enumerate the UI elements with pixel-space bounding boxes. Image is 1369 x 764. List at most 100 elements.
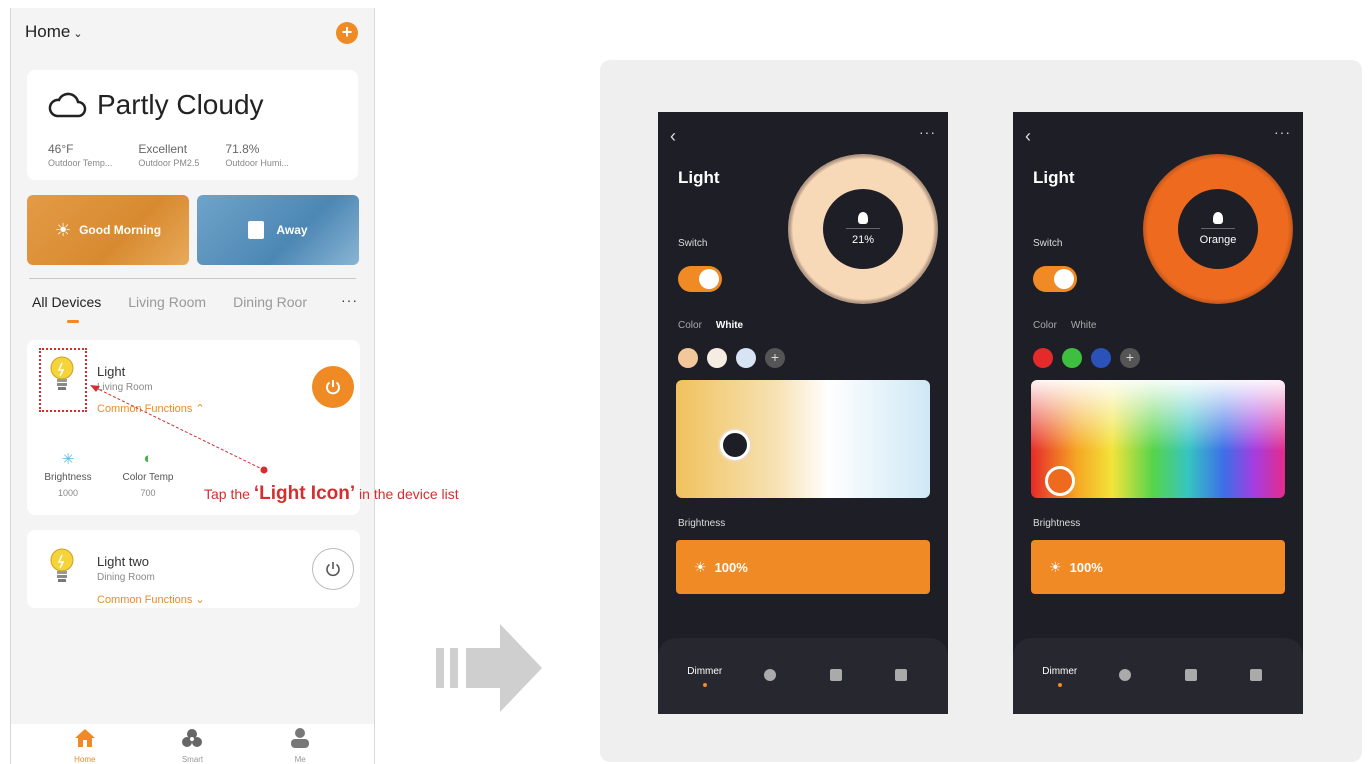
room-tabs: All Devices Living Room Dining Roor xyxy=(32,294,334,310)
common-functions-toggle[interactable]: Common Functions ⌄ xyxy=(97,593,205,606)
sun-icon: ☀ xyxy=(54,219,72,240)
color-mode-tabs: Color White xyxy=(678,320,743,331)
power-icon xyxy=(326,562,340,577)
add-swatch-button[interactable]: + xyxy=(1120,348,1140,368)
tab-color[interactable]: Color xyxy=(1033,320,1057,331)
brightness-value: 100% xyxy=(714,559,748,575)
brightness-label: Brightness xyxy=(678,518,726,529)
color-picker[interactable] xyxy=(1031,380,1285,498)
detail-title: Light xyxy=(678,168,720,187)
add-swatch-button[interactable]: + xyxy=(765,348,785,368)
annotation-instruction: Tap the ‘Light Icon’ in the device list xyxy=(204,483,459,505)
add-device-button[interactable]: + xyxy=(336,22,358,44)
scene-good-morning[interactable]: ☀ Good Morning xyxy=(27,195,189,265)
home-selector[interactable]: Home ⌄ xyxy=(25,22,83,41)
weather-card[interactable]: Partly Cloudy 46°F Outdoor Temp... Excel… xyxy=(27,70,358,180)
nav-scenes[interactable] xyxy=(1231,668,1281,684)
home-screen: Home ⌄ + Partly Cloudy 46°F Outdoor Temp.… xyxy=(10,8,375,764)
color-temp-icon: ◐ xyxy=(143,450,153,467)
tab-all-devices[interactable]: All Devices xyxy=(32,294,101,310)
detail-bottom-nav: Dimmer xyxy=(1013,638,1303,714)
nav-label: Me xyxy=(294,755,306,764)
back-icon[interactable]: ‹ xyxy=(1025,126,1031,147)
more-icon[interactable]: ··· xyxy=(919,124,936,140)
nav-dimmer[interactable]: Dimmer xyxy=(680,666,730,687)
swatch[interactable] xyxy=(1091,348,1111,368)
color-ring[interactable]: Orange xyxy=(1143,154,1293,304)
nav-label: Home xyxy=(74,755,96,764)
brightness-slider[interactable]: ☀ 100% xyxy=(676,540,930,594)
tab-white[interactable]: White xyxy=(1071,320,1097,331)
tab-dining-room[interactable]: Dining Roor xyxy=(233,294,307,310)
device-name: Light xyxy=(97,364,126,379)
nav-smart[interactable]: Smart xyxy=(162,724,222,764)
home-header: Home ⌄ + xyxy=(25,22,360,46)
brightness-slider[interactable]: ☀ 100% xyxy=(1031,540,1285,594)
stat-value: 71.8% xyxy=(225,142,260,156)
light-bulb-icon[interactable] xyxy=(49,548,75,586)
power-toggle[interactable] xyxy=(678,266,722,292)
stat-label: Outdoor PM2.5 xyxy=(138,158,200,168)
color-swatches: + xyxy=(678,348,794,368)
nav-music[interactable] xyxy=(1166,668,1216,684)
bulb-icon xyxy=(858,212,868,224)
weather-condition: Partly Cloudy xyxy=(97,89,264,120)
power-toggle[interactable] xyxy=(1033,266,1077,292)
active-tab-indicator xyxy=(67,320,79,323)
weather-stat-humidity: 71.8% Outdoor Humi... xyxy=(225,142,289,168)
weather-stat-pm25: Excellent Outdoor PM2.5 xyxy=(138,142,199,168)
weather-stats: 46°F Outdoor Temp... Excellent Outdoor P… xyxy=(48,142,315,168)
palette-icon xyxy=(1119,668,1132,681)
ring-divider xyxy=(1201,228,1235,229)
tab-living-room[interactable]: Living Room xyxy=(128,294,206,310)
bottom-nav: Home Smart Me xyxy=(11,724,374,764)
tab-white[interactable]: White xyxy=(716,320,743,331)
tab-color[interactable]: Color xyxy=(678,320,702,331)
swatch[interactable] xyxy=(1033,348,1053,368)
swatch[interactable] xyxy=(1062,348,1082,368)
function-value: 700 xyxy=(140,488,156,498)
function-brightness[interactable]: ✳ Brightness 1000 xyxy=(33,450,103,498)
brightness-ring[interactable]: 21% xyxy=(788,154,938,304)
power-icon xyxy=(326,380,340,395)
stat-label: Outdoor Temp... xyxy=(48,158,113,168)
nav-scenes[interactable] xyxy=(876,668,926,684)
music-icon xyxy=(1184,668,1197,681)
nav-home[interactable]: Home xyxy=(55,724,115,764)
nav-music[interactable] xyxy=(811,668,861,684)
power-button[interactable] xyxy=(312,366,354,408)
home-title: Home xyxy=(25,22,71,41)
nav-label: Dimmer xyxy=(1042,665,1078,677)
weather-summary: Partly Cloudy xyxy=(47,88,264,122)
nav-palette[interactable] xyxy=(1100,668,1150,684)
scene-label: Good Morning xyxy=(79,223,162,237)
back-icon[interactable]: ‹ xyxy=(670,126,676,147)
swatch[interactable] xyxy=(707,348,727,368)
swatch[interactable] xyxy=(678,348,698,368)
more-icon[interactable]: ··· xyxy=(1274,124,1291,140)
switch-label: Switch xyxy=(678,238,708,249)
detail-title: Light xyxy=(1033,168,1075,187)
device-card-light-two[interactable]: Light two Dining Room Common Functions ⌄ xyxy=(27,530,360,608)
function-color-temp[interactable]: ◐ Color Temp 700 xyxy=(113,450,183,498)
chevron-down-icon: ⌄ xyxy=(73,28,83,40)
sun-icon: ☀ xyxy=(694,558,707,575)
brightness-label: Brightness xyxy=(1033,518,1081,529)
nav-me[interactable]: Me xyxy=(270,724,330,764)
smart-icon xyxy=(182,729,203,747)
swatch[interactable] xyxy=(736,348,756,368)
plus-icon: + xyxy=(341,22,353,42)
picker-knob[interactable] xyxy=(1045,466,1075,496)
ring-value: 21% xyxy=(851,234,875,246)
nav-label: Dimmer xyxy=(687,665,723,677)
picker-knob[interactable] xyxy=(720,430,750,460)
annotation-prefix: Tap the xyxy=(204,486,254,502)
more-tabs-button[interactable]: ··· xyxy=(341,292,358,308)
scene-away[interactable]: Away xyxy=(197,195,359,265)
scene-label: Away xyxy=(276,223,308,237)
nav-palette[interactable] xyxy=(745,668,795,684)
common-functions-toggle[interactable]: Common Functions ⌃ xyxy=(97,402,205,415)
nav-dimmer[interactable]: Dimmer xyxy=(1035,666,1085,687)
power-button[interactable] xyxy=(312,548,354,590)
white-temperature-picker[interactable] xyxy=(676,380,930,498)
